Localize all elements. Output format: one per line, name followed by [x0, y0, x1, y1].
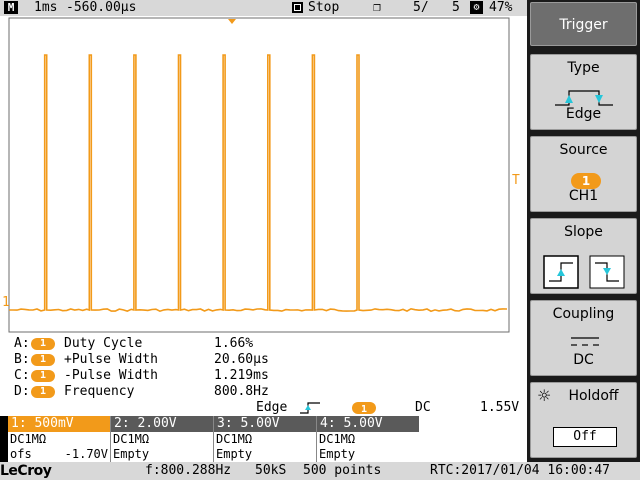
- channel-1-box[interactable]: 1: 500mV DC1MΩ ofs -1.70V: [8, 416, 111, 462]
- holdoff-value: Off: [573, 429, 597, 444]
- measurement-panel: A: 1 Duty Cycle 1.66% B: 1 +Pulse Width …: [0, 336, 527, 400]
- type-label: Type: [567, 60, 600, 76]
- measurement-value: 20.60µs: [214, 352, 269, 367]
- measurement-slot: B:: [14, 352, 30, 367]
- rising-slope-icon: [543, 255, 579, 289]
- bottom-status-bar: LeCroy f:800.288Hz 50kS 500 points RTC:2…: [0, 462, 640, 480]
- slope-label: Slope: [564, 224, 603, 240]
- channel-2-coupling: DC1MΩ: [113, 432, 150, 446]
- channel-badge: 1: [31, 338, 55, 350]
- battery-gear-icon: ⚙: [470, 1, 483, 14]
- holdoff-value-box[interactable]: Off: [553, 427, 617, 447]
- channel-2-state: Empty: [113, 447, 150, 461]
- acquisition-total: 5: [452, 0, 460, 15]
- trigger-level-marker: T: [512, 173, 520, 188]
- measurement-slot: A:: [14, 336, 30, 351]
- offset-value: -1.70V: [64, 447, 108, 461]
- channel-badge: 1: [31, 354, 55, 366]
- holdoff-button[interactable]: ☼ Holdoff Off: [530, 382, 637, 458]
- channel-badge: 1: [31, 386, 55, 398]
- coupling-button[interactable]: Coupling DC: [530, 300, 637, 376]
- trigger-type: Edge: [256, 400, 288, 415]
- trigger-coupling: DC: [415, 400, 431, 415]
- acquisition-mode-icon: M: [4, 1, 18, 14]
- ch1-ground-marker: 1: [2, 295, 10, 310]
- type-button[interactable]: Type Edge: [530, 54, 637, 130]
- source-label: Source: [559, 142, 608, 158]
- type-value: Edge: [565, 106, 602, 122]
- slope-button[interactable]: Slope: [530, 218, 637, 294]
- stop-icon: [292, 2, 303, 13]
- trigger-level: 1.55V: [480, 400, 520, 415]
- acquisition-count: 5/: [413, 0, 429, 15]
- holdoff-label: Holdoff: [568, 388, 619, 404]
- waveform-plot: T 1: [2, 17, 520, 333]
- timebase-readout[interactable]: 1ms: [34, 0, 57, 16]
- channel-4-coupling: DC1MΩ: [319, 432, 356, 446]
- frequency-counter: f:800.288Hz: [145, 463, 232, 478]
- channel-3-scale: 3: 5.00V: [214, 416, 316, 432]
- delay-readout[interactable]: -560.00µs: [66, 0, 136, 16]
- brand-logo: LeCroy: [0, 463, 52, 479]
- status-bar: M 1ms -560.00µs Stop ❐ 5/ 5 ⚙ 47%: [0, 0, 527, 16]
- measurement-label: -Pulse Width: [64, 368, 158, 383]
- sample-rate: 50kS: [255, 463, 287, 478]
- channel-4-state: Empty: [319, 447, 356, 461]
- rising-edge-icon: [300, 402, 320, 414]
- battery-level: 47%: [489, 0, 513, 15]
- dc-coupling-icon: [571, 337, 599, 346]
- holdoff-knob-icon: ☼: [537, 386, 552, 405]
- channel-2-scale: 2: 2.00V: [111, 416, 213, 432]
- falling-slope-icon: [589, 255, 625, 289]
- source-button[interactable]: Source 1 CH1: [530, 136, 637, 212]
- channel-1-coupling: DC1MΩ: [10, 432, 47, 446]
- channel-3-box[interactable]: 3: 5.00V DC1MΩ Empty: [214, 416, 317, 462]
- measurement-label: Frequency: [64, 384, 135, 399]
- channel-1-scale: 1: 500mV: [8, 416, 110, 432]
- menu-title-label: Trigger: [559, 17, 608, 33]
- measurement-value: 1.66%: [214, 336, 254, 351]
- offset-label: ofs: [10, 447, 32, 461]
- record-length: 500 points: [303, 463, 382, 478]
- menu-title-trigger: Trigger: [530, 2, 637, 46]
- measurement-label: Duty Cycle: [64, 336, 143, 351]
- trigger-source-badge: 1: [352, 402, 376, 415]
- softkey-menu: Trigger Type Edge Source 1 CH1 Slope Cou…: [527, 0, 640, 462]
- channel-area-blank: [419, 416, 527, 462]
- channel-4-box[interactable]: 4: 5.00V DC1MΩ Empty: [317, 416, 420, 462]
- real-time-clock: RTC:2017/01/04 16:00:47: [430, 463, 611, 478]
- coupling-value: DC: [573, 352, 594, 368]
- measurement-value: 1.219ms: [214, 368, 269, 383]
- measurement-slot: D:: [14, 384, 30, 399]
- history-icon: ❐: [373, 0, 381, 15]
- measurement-value: 800.8Hz: [214, 384, 269, 399]
- channel-3-coupling: DC1MΩ: [216, 432, 253, 446]
- graticule-frame: [8, 17, 510, 333]
- channel-3-state: Empty: [216, 447, 253, 461]
- channel-2-box[interactable]: 2: 2.00V DC1MΩ Empty: [111, 416, 214, 462]
- trigger-summary[interactable]: Edge 1 DC 1.55V: [0, 400, 527, 416]
- channel-4-scale: 4: 5.00V: [317, 416, 419, 432]
- channel-badge: 1: [31, 370, 55, 382]
- source-value: CH1: [568, 188, 599, 204]
- waveform-display[interactable]: T 1: [0, 16, 527, 338]
- channel-1-offset-row: ofs -1.70V: [8, 447, 110, 462]
- measurement-label: +Pulse Width: [64, 352, 158, 367]
- run-state[interactable]: Stop: [308, 0, 339, 16]
- measurement-slot: C:: [14, 368, 30, 383]
- coupling-label: Coupling: [552, 306, 615, 322]
